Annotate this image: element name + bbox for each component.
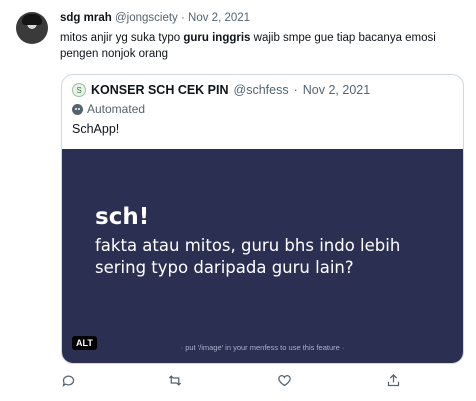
automated-label: Automated [72,102,145,116]
alt-badge[interactable]: ALT [72,336,97,350]
media-line-2: sering typo daripada guru lain? [95,258,354,277]
quote-media-image[interactable]: sch! fakta atau mitos, guru bhs indo leb… [62,149,463,363]
tweet: sdg mrah @jongsciety · Nov 2, 2021 mitos… [0,0,476,401]
tweet-date[interactable]: Nov 2, 2021 [188,12,250,24]
author-handle[interactable]: @jongsciety [115,12,178,24]
quoted-tweet[interactable]: S KONSER SCH CEK PIN @schfess · Nov 2, 2… [61,74,464,364]
tweet-header: sdg mrah @jongsciety · Nov 2, 2021 [60,12,250,24]
author-name[interactable]: sdg mrah [60,12,112,24]
tweet-text-bold: guru inggris [183,32,251,44]
action-bar [60,372,420,390]
quote-author-name: KONSER SCH CEK PIN [91,83,229,97]
quote-avatar: S [72,83,86,97]
quote-date: Nov 2, 2021 [302,83,371,97]
quote-header: S KONSER SCH CEK PIN @schfess · Nov 2, 2… [72,83,370,97]
media-brand: sch! [95,204,150,230]
bot-icon [72,103,83,115]
retweet-icon[interactable] [167,372,183,388]
media-footer: · put '/image' in your menfess to use th… [180,343,345,352]
avatar[interactable] [16,12,48,44]
quote-separator: · [293,83,298,97]
quote-author-handle: @schfess [233,83,289,97]
tweet-text: mitos anjir yg suka typo guru inggris wa… [60,30,460,62]
reply-icon[interactable] [60,372,76,388]
share-icon[interactable] [385,372,401,388]
like-icon[interactable] [276,372,292,388]
tweet-text-part1: mitos anjir yg suka typo [60,32,184,44]
media-line-1: fakta atau mitos, guru bhs indo lebih [95,236,401,255]
separator: · [180,12,185,24]
automated-text: Automated [87,102,146,116]
quote-text: SchApp! [72,122,120,136]
